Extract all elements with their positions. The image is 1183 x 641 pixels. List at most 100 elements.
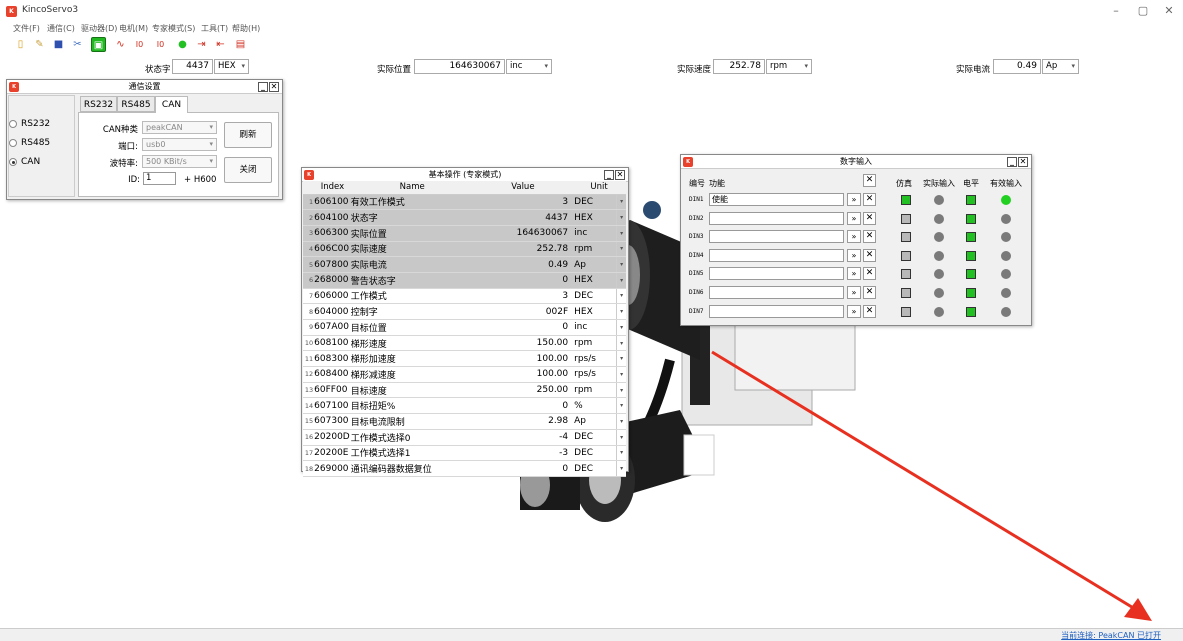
din-clear-button[interactable]: ✕ bbox=[863, 248, 876, 262]
din-sim-toggle[interactable] bbox=[901, 269, 911, 280]
connection-status[interactable]: 当前连接: PeakCAN 已打开 bbox=[1061, 630, 1161, 641]
unit-dropdown-icon[interactable]: ▾ bbox=[616, 241, 626, 258]
baud-select[interactable]: 500 KBit/s ▾ bbox=[142, 155, 217, 168]
unit-dropdown-icon[interactable]: ▾ bbox=[616, 397, 626, 415]
din-sim-toggle[interactable] bbox=[901, 232, 911, 243]
cell-value[interactable]: -4 bbox=[473, 429, 573, 446]
din-sim-toggle[interactable] bbox=[901, 213, 911, 224]
save-icon[interactable]: ■ bbox=[51, 37, 66, 52]
din-more-button[interactable]: » bbox=[847, 286, 861, 299]
table-row[interactable]: 15 607300 目标电流限制 2.98 Ap ▾ bbox=[303, 413, 626, 430]
din-clear-button[interactable]: ✕ bbox=[863, 211, 876, 225]
table-row[interactable]: 6 268000 警告状态字 0 HEX ▾ bbox=[303, 272, 626, 289]
din-more-button[interactable]: » bbox=[847, 248, 861, 262]
unit-dropdown-icon[interactable]: ▾ bbox=[616, 382, 626, 399]
port-select[interactable]: usb0 ▾ bbox=[142, 138, 217, 151]
din-function-field[interactable] bbox=[709, 248, 844, 262]
unit-dropdown-icon[interactable]: ▾ bbox=[616, 366, 626, 383]
close-icon[interactable]: ✕ bbox=[615, 170, 625, 180]
din-clear-button[interactable]: ✕ bbox=[863, 193, 876, 206]
table-row[interactable]: 16 20200D 工作模式选择0 -4 DEC ▾ bbox=[303, 429, 626, 446]
minimize-icon[interactable]: _ bbox=[604, 170, 614, 180]
menu-tools[interactable]: 工具(T) bbox=[201, 23, 228, 34]
connect-icon[interactable]: ▣ bbox=[91, 37, 106, 52]
id-input[interactable]: 1 bbox=[143, 172, 176, 185]
cell-value[interactable]: 0 bbox=[473, 460, 573, 477]
unit-dropdown-icon[interactable]: ▾ bbox=[616, 288, 626, 305]
din-function-field[interactable] bbox=[709, 267, 844, 281]
din-more-button[interactable]: » bbox=[847, 267, 861, 281]
din-sim-toggle[interactable] bbox=[901, 195, 911, 205]
close-icon[interactable]: ✕ bbox=[1018, 157, 1028, 167]
io-out-icon[interactable]: I0 bbox=[153, 37, 168, 52]
din-sim-toggle[interactable] bbox=[901, 306, 911, 317]
din-function-field[interactable] bbox=[709, 230, 844, 244]
can-type-select[interactable]: peakCAN ▾ bbox=[142, 121, 217, 134]
clear-all-button[interactable]: ✕ bbox=[863, 174, 876, 187]
actual-position-unit-select[interactable]: inc ▾ bbox=[506, 59, 552, 74]
menu-file[interactable]: 文件(F) bbox=[13, 23, 40, 34]
radio-rs485[interactable]: RS485 bbox=[9, 138, 50, 148]
din-level-toggle[interactable] bbox=[966, 269, 976, 280]
unit-dropdown-icon[interactable]: ▾ bbox=[616, 272, 626, 289]
minimize-icon[interactable]: _ bbox=[258, 82, 268, 92]
error-icon[interactable]: ▤ bbox=[233, 37, 248, 52]
open-file-icon[interactable]: ✎ bbox=[32, 37, 47, 52]
din-function-field[interactable] bbox=[709, 304, 844, 318]
tab-can[interactable]: CAN bbox=[155, 96, 188, 113]
unit-dropdown-icon[interactable]: ▾ bbox=[616, 319, 626, 336]
table-row[interactable]: 7 606000 工作模式 3 DEC ▾ bbox=[303, 288, 626, 305]
din-more-button[interactable]: » bbox=[847, 211, 861, 225]
din-level-toggle[interactable] bbox=[966, 213, 976, 224]
table-row[interactable]: 8 604000 控制字 002F HEX ▾ bbox=[303, 303, 626, 320]
cell-value[interactable]: 150.00 bbox=[473, 335, 573, 352]
unit-dropdown-icon[interactable]: ▾ bbox=[616, 445, 626, 462]
cell-value[interactable]: 0 bbox=[473, 397, 573, 415]
unit-dropdown-icon[interactable]: ▾ bbox=[616, 209, 626, 226]
cell-value[interactable]: 250.00 bbox=[473, 382, 573, 399]
cell-value[interactable]: 0 bbox=[473, 319, 573, 336]
menu-comm[interactable]: 通信(C) bbox=[47, 23, 75, 34]
din-function-field[interactable]: 使能 bbox=[709, 193, 844, 206]
table-row[interactable]: 9 607A00 目标位置 0 inc ▾ bbox=[303, 319, 626, 336]
table-row[interactable]: 1 606100 有效工作模式 3 DEC ▾ bbox=[303, 194, 626, 211]
close-icon[interactable]: ✕ bbox=[269, 82, 279, 92]
io-in-icon[interactable]: I0 bbox=[132, 37, 147, 52]
din-level-toggle[interactable] bbox=[966, 195, 976, 205]
din-sim-toggle[interactable] bbox=[901, 288, 911, 298]
menu-motor[interactable]: 电机(M) bbox=[119, 23, 148, 34]
din-sim-toggle[interactable] bbox=[901, 250, 911, 261]
unit-dropdown-icon[interactable]: ▾ bbox=[616, 303, 626, 320]
cell-value[interactable]: 100.00 bbox=[473, 366, 573, 383]
table-row[interactable]: 3 606300 实际位置 164630067 inc ▾ bbox=[303, 225, 626, 242]
din-function-field[interactable] bbox=[709, 286, 844, 299]
table-row[interactable]: 11 608300 梯形加速度 100.00 rps/s ▾ bbox=[303, 350, 626, 368]
close-button[interactable]: ✕ bbox=[1160, 4, 1178, 18]
unit-dropdown-icon[interactable]: ▾ bbox=[616, 429, 626, 446]
restore-button[interactable]: ▢ bbox=[1134, 4, 1152, 18]
din-level-toggle[interactable] bbox=[966, 250, 976, 261]
radio-rs485-circle[interactable] bbox=[9, 138, 17, 147]
menu-expert[interactable]: 专家模式(S) bbox=[152, 23, 195, 34]
cell-value[interactable]: 3 bbox=[473, 288, 573, 305]
din-function-field[interactable] bbox=[709, 211, 844, 225]
din-more-button[interactable]: » bbox=[847, 230, 861, 244]
oscilloscope-icon[interactable]: ∿ bbox=[113, 37, 128, 52]
minimize-icon[interactable]: _ bbox=[1007, 157, 1017, 167]
table-row[interactable]: 14 607100 目标扭矩% 0% ▾ bbox=[303, 397, 626, 415]
statusword-unit-select[interactable]: HEX ▾ bbox=[214, 59, 249, 74]
unit-dropdown-icon[interactable]: ▾ bbox=[616, 413, 626, 430]
minimize-button[interactable]: – bbox=[1107, 4, 1125, 18]
cell-value[interactable]: -3 bbox=[473, 445, 573, 462]
table-row[interactable]: 12 608400 梯形减速度 100.00 rps/s ▾ bbox=[303, 366, 626, 383]
table-row[interactable]: 10 608100 梯形速度 150.00 rpm ▾ bbox=[303, 335, 626, 352]
refresh-button[interactable]: 刷新 bbox=[224, 122, 272, 148]
menu-help[interactable]: 帮助(H) bbox=[232, 23, 260, 34]
table-row[interactable]: 5 607800 实际电流 0.49 Ap ▾ bbox=[303, 256, 626, 273]
din-clear-button[interactable]: ✕ bbox=[863, 230, 876, 244]
settings-icon[interactable]: ✂ bbox=[70, 37, 85, 52]
din-more-button[interactable]: » bbox=[847, 193, 861, 206]
din-icon[interactable]: ⇥ bbox=[194, 37, 209, 52]
radio-rs232-circle[interactable] bbox=[9, 119, 17, 128]
unit-dropdown-icon[interactable]: ▾ bbox=[616, 225, 626, 242]
